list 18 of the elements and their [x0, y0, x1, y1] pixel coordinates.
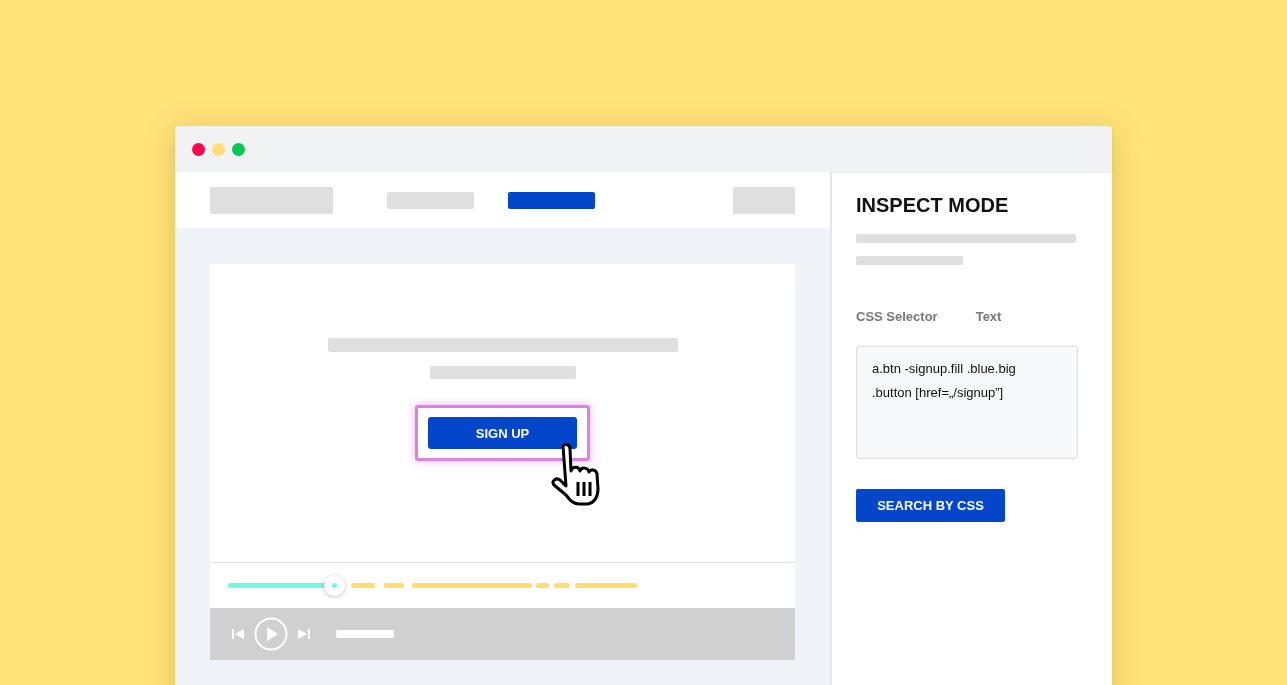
nav-item[interactable]: [508, 191, 595, 209]
next-icon[interactable]: [298, 628, 310, 640]
search-button[interactable]: SEARCH BY CSS: [856, 489, 1005, 522]
previous-icon[interactable]: [232, 628, 244, 640]
time-placeholder: [336, 630, 394, 638]
mode-tab[interactable]: Text: [975, 309, 1002, 324]
sign-up-button[interactable]: SIGN UP: [428, 417, 577, 449]
window-control[interactable]: [192, 142, 205, 156]
mode-tab[interactable]: CSS Selector: [856, 309, 938, 324]
play-icon[interactable]: [254, 617, 288, 651]
window-control[interactable]: [232, 142, 245, 156]
selector-field[interactable]: a.btn -signup.fill .blue.big .button [href=„/signup”]: [856, 346, 1078, 459]
nav-placeholder: [733, 186, 795, 214]
selector-line: a.btn -signup.fill .blue.big: [872, 360, 1017, 378]
seek-thumb[interactable]: [324, 575, 346, 596]
seek-bar[interactable]: [228, 575, 637, 596]
selector-line: .button [href=„/signup”]: [872, 384, 1005, 402]
panel-title: INSPECT MODE: [856, 194, 1010, 217]
